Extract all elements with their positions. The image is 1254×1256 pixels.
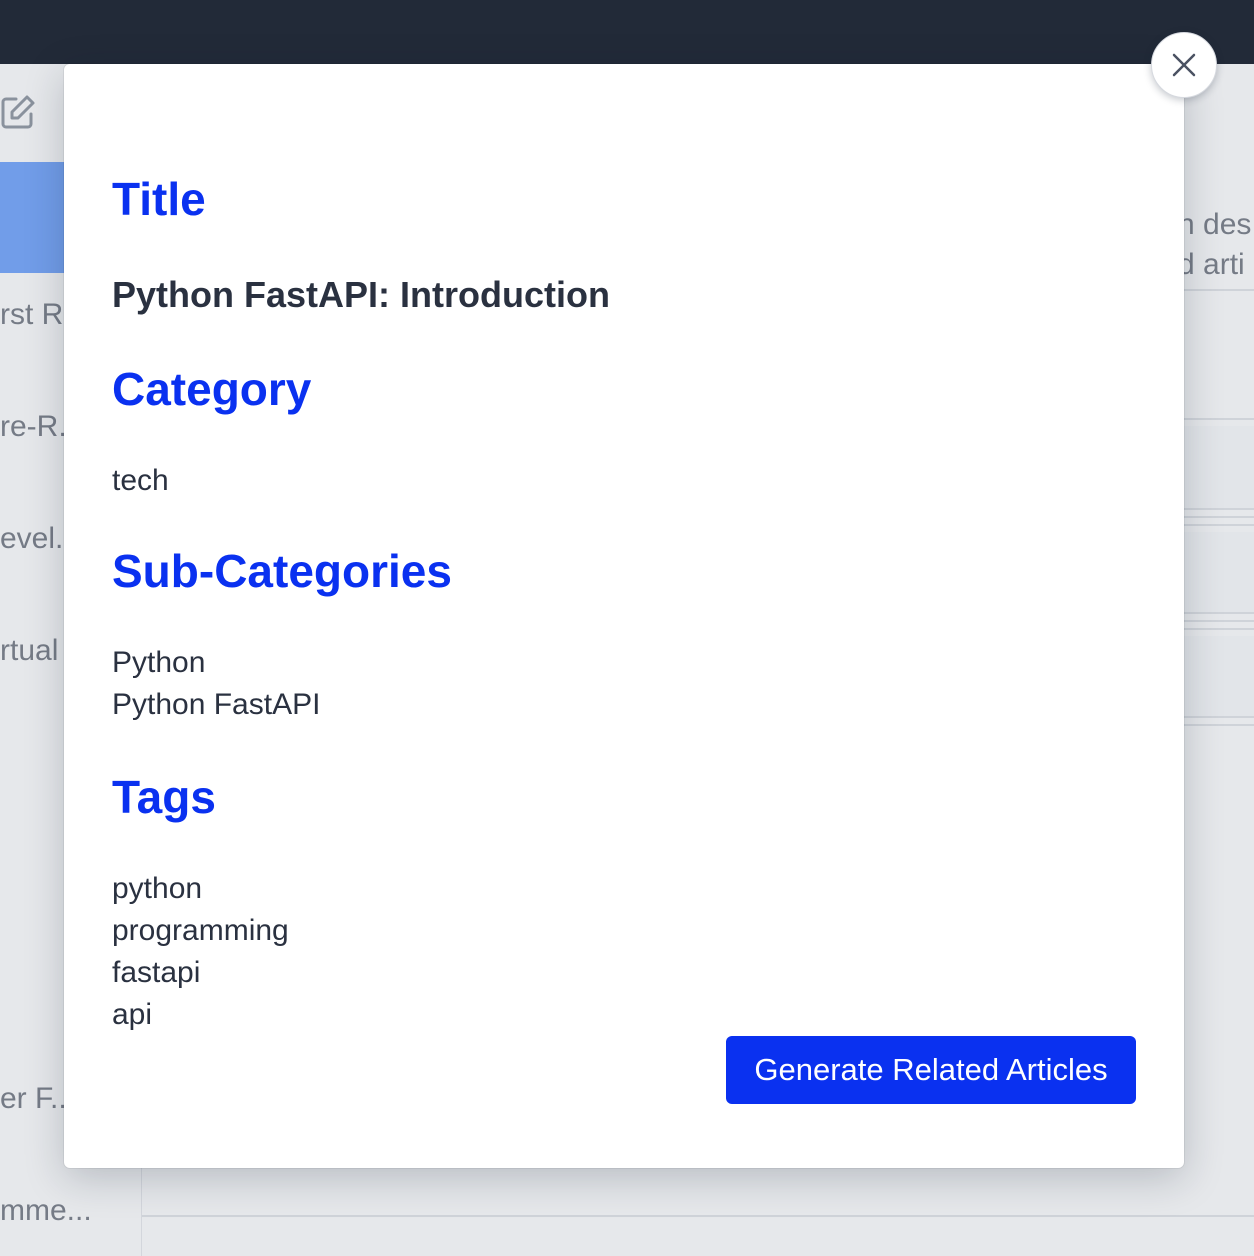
- subcategories-list: Python Python FastAPI: [112, 642, 320, 726]
- tags-heading: Tags: [112, 771, 216, 823]
- tag-item: programming: [112, 914, 289, 947]
- tags-list: python programming fastapi api: [112, 868, 289, 1036]
- subcategory-item: Python FastAPI: [112, 688, 321, 721]
- close-button[interactable]: [1151, 32, 1217, 98]
- article-details-modal: Title Python FastAPI: Introduction Categ…: [64, 64, 1184, 1168]
- tag-item: api: [112, 998, 153, 1031]
- close-icon: [1170, 51, 1198, 79]
- subcategories-heading: Sub-Categories: [112, 545, 452, 597]
- tag-item: fastapi: [112, 956, 201, 989]
- generate-related-articles-button[interactable]: Generate Related Articles: [726, 1036, 1136, 1104]
- category-value: tech: [112, 464, 169, 497]
- subcategory-item: Python: [112, 646, 206, 679]
- tag-item: python: [112, 872, 203, 905]
- title-heading: Title: [112, 173, 206, 225]
- category-heading: Category: [112, 363, 312, 415]
- article-title: Python FastAPI: Introduction: [112, 274, 610, 315]
- top-nav-bar: [0, 0, 1254, 64]
